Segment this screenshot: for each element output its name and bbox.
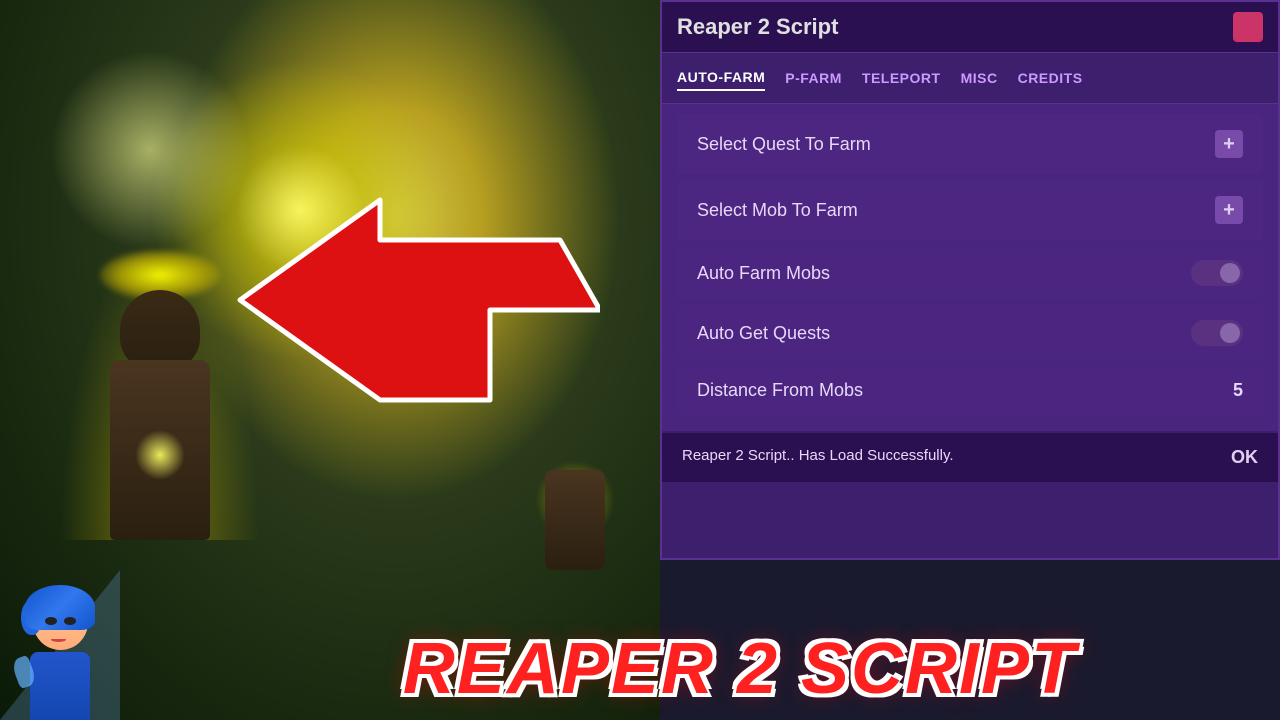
distance-value: 5 — [1233, 380, 1243, 401]
select-quest-label: Select Quest To Farm — [697, 134, 871, 155]
tab-misc[interactable]: MISC — [961, 66, 998, 90]
auto-get-quests-label: Auto Get Quests — [697, 323, 830, 344]
auto-farm-mobs-toggle[interactable] — [1191, 260, 1243, 286]
select-mob-row[interactable]: Select Mob To Farm + — [677, 180, 1263, 240]
nav-tabs: AUTO-FARM P-FARM TELEPORT MISC CREDITS — [662, 53, 1278, 104]
select-mob-plus-button[interactable]: + — [1215, 196, 1243, 224]
select-quest-row[interactable]: Select Quest To Farm + — [677, 114, 1263, 174]
anime-head — [33, 595, 88, 650]
bottom-title-text: REAPER 2 SCRIPT — [200, 628, 1280, 710]
tab-auto-farm[interactable]: AUTO-FARM — [677, 65, 765, 91]
tab-teleport[interactable]: TELEPORT — [862, 66, 941, 90]
main-character — [80, 260, 260, 540]
status-message: Reaper 2 Script.. Has Load Successfully. — [682, 447, 954, 464]
game-background — [0, 0, 660, 720]
panel-content: Select Quest To Farm + Select Mob To Far… — [662, 104, 1278, 431]
close-button[interactable] — [1233, 12, 1263, 42]
anime-body — [30, 652, 90, 720]
distance-from-mobs-row: Distance From Mobs 5 — [677, 366, 1263, 415]
status-bar: Reaper 2 Script.. Has Load Successfully.… — [662, 433, 1278, 482]
bg-glow-2 — [50, 50, 250, 250]
auto-get-quests-row: Auto Get Quests — [677, 306, 1263, 360]
anime-hair — [25, 585, 95, 630]
anime-character — [15, 595, 105, 705]
panel-header: Reaper 2 Script — [662, 2, 1278, 53]
panel-title: Reaper 2 Script — [677, 14, 838, 40]
tab-credits[interactable]: CREDITS — [1018, 66, 1083, 90]
distance-from-mobs-label: Distance From Mobs — [697, 380, 863, 401]
ok-button[interactable]: OK — [1231, 447, 1258, 468]
auto-farm-mobs-label: Auto Farm Mobs — [697, 263, 830, 284]
character-chest-glow — [135, 430, 185, 480]
tab-p-farm[interactable]: P-FARM — [785, 66, 842, 90]
secondary-character — [530, 420, 630, 570]
character-head — [120, 290, 200, 370]
auto-farm-mobs-row: Auto Farm Mobs — [677, 246, 1263, 300]
select-mob-label: Select Mob To Farm — [697, 200, 858, 221]
select-quest-plus-button[interactable]: + — [1215, 130, 1243, 158]
character2-body — [545, 470, 605, 570]
auto-get-quests-toggle[interactable] — [1191, 320, 1243, 346]
script-panel: Reaper 2 Script AUTO-FARM P-FARM TELEPOR… — [660, 0, 1280, 560]
